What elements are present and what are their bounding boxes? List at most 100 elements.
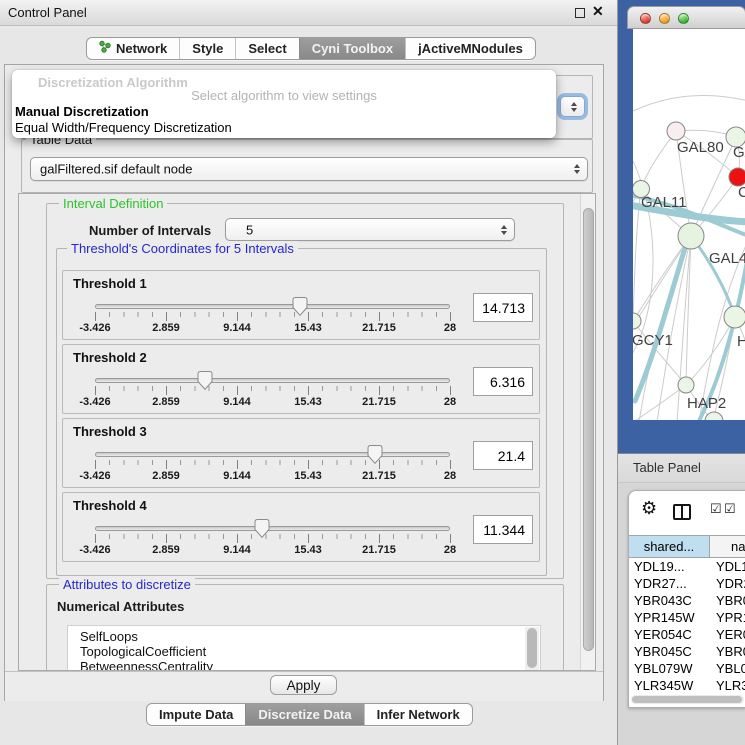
network-window-titlebar [627,6,745,29]
tick-label: -3.426 [79,396,110,408]
network-node-h[interactable] [724,306,745,328]
network-canvas[interactable]: GAL80 GA C GAL11 GAL4 GCY1 H HAP2 [633,29,745,420]
list-item[interactable]: SelfLoops [68,626,540,644]
close-icon[interactable]: ✕ [592,3,604,20]
network-window: GAL80 GA C GAL11 GAL4 GCY1 H HAP2 [627,6,745,421]
table-row[interactable]: YDL19...YDL1 [629,558,745,575]
table-row[interactable]: YLR345WYLR3 [629,677,745,694]
tab-label: Network [116,38,167,59]
numerical-attributes-list[interactable]: SelfLoops TopologicalCoefficient Between… [67,625,541,671]
numerical-attributes-label: Numerical Attributes [57,599,184,614]
dropdown-option-manual-discretization[interactable]: Manual Discretization [15,104,149,119]
checkbox-icon[interactable]: ☑ [710,501,722,517]
list-item[interactable]: BetweennessCentrality [68,659,540,671]
threshold-slider[interactable]: -3.426 2.859 9.144 15.43 21.715 28 [95,443,451,487]
slider-thumb[interactable] [198,371,213,390]
tick-label: 21.715 [362,322,396,334]
cyni-toolbox-panel: Table Data galFiltered.sif default node … [4,64,604,701]
table-row[interactable]: YDR27...YDR2 [629,575,745,592]
network-desktop: GAL80 GA C GAL11 GAL4 GCY1 H HAP2 [618,0,745,453]
threshold-value-field[interactable] [473,515,533,544]
threshold-slider[interactable]: -3.426 2.859 9.144 15.43 21.715 28 [95,369,451,413]
tab-style[interactable]: Style [179,38,235,59]
table-row[interactable]: YBR045CYBR0 [629,643,745,660]
combo-value: 5 [246,222,253,237]
column-header-name[interactable]: name [710,536,745,557]
table-panel-titlebar: Table Panel [618,453,745,483]
tick-label: 9.144 [223,470,251,482]
list-scrollbar[interactable] [525,627,539,671]
tab-cyni-toolbox[interactable]: Cyni Toolbox [299,38,405,59]
table-body: YDL19...YDL1 YDR27...YDR2 YBR043CYBR0 YP… [629,558,745,701]
thresholds-group: Threshold's Coordinates for 5 Intervals … [56,248,547,576]
tick-label: 15.43 [294,470,322,482]
tick-label: 15.43 [294,396,322,408]
threshold-slider[interactable]: -3.426 2.859 9.144 15.43 21.715 28 [95,517,451,561]
slider-thumb[interactable] [254,519,269,538]
tab-select[interactable]: Select [235,38,298,59]
tick-label: 2.859 [152,322,180,334]
checkbox-icon[interactable]: ☑ [724,501,736,517]
horizontal-scrollbar[interactable] [631,695,744,704]
dropdown-option-equal-width-frequency[interactable]: Equal Width/Frequency Discretization [15,120,232,135]
tick-label: 9.144 [223,322,251,334]
table-data-group: Table Data galFiltered.sif default node [21,139,593,193]
tab-infer-network[interactable]: Infer Network [364,704,472,725]
node-label: H [737,333,745,350]
traffic-light-minimize-icon[interactable] [659,13,670,24]
bottom-tab-bar: Impute Data Discretize Data Infer Networ… [146,703,473,726]
list-item[interactable]: TopologicalCoefficient [68,644,540,659]
traffic-light-zoom-icon[interactable] [678,13,689,24]
slider-thumb[interactable] [368,445,383,464]
table-data-combobox[interactable]: galFiltered.sif default node [30,157,588,181]
tick-label: -3.426 [79,470,110,482]
scrollbar-thumb[interactable] [583,208,594,651]
column-header-shared-name[interactable]: shared... [629,536,710,557]
scrollbar-thumb[interactable] [527,628,537,668]
tab-jactivemnodules[interactable]: jActiveMNodules [405,38,535,59]
threshold-value-field[interactable] [473,441,533,470]
tab-discretize-data[interactable]: Discretize Data [245,704,363,725]
tab-impute-data[interactable]: Impute Data [147,704,245,725]
slider-thumb[interactable] [292,297,307,316]
vertical-scrollbar[interactable] [580,194,595,670]
apply-button[interactable]: Apply [270,675,337,695]
table-row[interactable]: YBL079WYBL0 [629,660,745,677]
node-label: GCY1 [633,332,673,349]
threshold-label: Threshold 1 [73,276,147,291]
top-tab-bar: Network Style Select Cyni Toolbox jActiv… [86,37,536,60]
table-row[interactable]: YPR145WYPR1 [629,609,745,626]
node-label: GAL80 [677,139,724,156]
algorithm-combobox[interactable] [560,96,585,117]
gear-icon[interactable]: ⚙ [641,499,657,517]
group-title: Attributes to discretize [59,577,195,592]
network-node[interactable] [705,412,723,420]
threshold-row-4: Threshold 4 -3.426 2.859 [62,492,540,562]
settings-scrollpane: Interval Definition Number of Intervals … [18,193,596,671]
number-of-intervals-label: Number of Intervals [89,223,211,238]
network-node-hap2[interactable] [678,377,694,393]
threshold-slider[interactable]: -3.426 2.859 9.144 15.43 21.715 28 [95,295,451,339]
threshold-value-field[interactable] [473,367,533,396]
tick-label: 2.859 [152,470,180,482]
threshold-row-2: Threshold 2 -3.426 2.859 [62,344,540,414]
group-title: Threshold's Coordinates for 5 Intervals [67,241,298,256]
network-graph: GAL80 GA C GAL11 GAL4 GCY1 H HAP2 [633,29,745,420]
float-window-icon[interactable] [575,8,585,18]
number-of-intervals-combobox[interactable]: 5 [225,218,515,241]
tick-label: 15.43 [294,322,322,334]
split-view-icon[interactable] [673,504,691,520]
traffic-light-close-icon[interactable] [640,13,651,24]
threshold-value-field[interactable] [473,293,533,322]
network-nodes [633,122,745,420]
tick-label: 28 [444,470,456,482]
network-node-gal80[interactable] [667,122,685,140]
table-row[interactable]: YBR043CYBR0 [629,592,745,609]
scrollbar-thumb[interactable] [632,696,742,703]
combo-arrows-icon [501,225,507,235]
tab-network[interactable]: Network [87,38,179,59]
dropdown-hint: Select algorithm to view settings [12,88,556,103]
table-row[interactable]: YER054CYER0 [629,626,745,643]
network-node-gal4[interactable] [678,223,704,249]
table-panel-window: ⚙ ☑ ☑ shared... name YDL19...YDL1 YDR27.… [628,490,745,708]
